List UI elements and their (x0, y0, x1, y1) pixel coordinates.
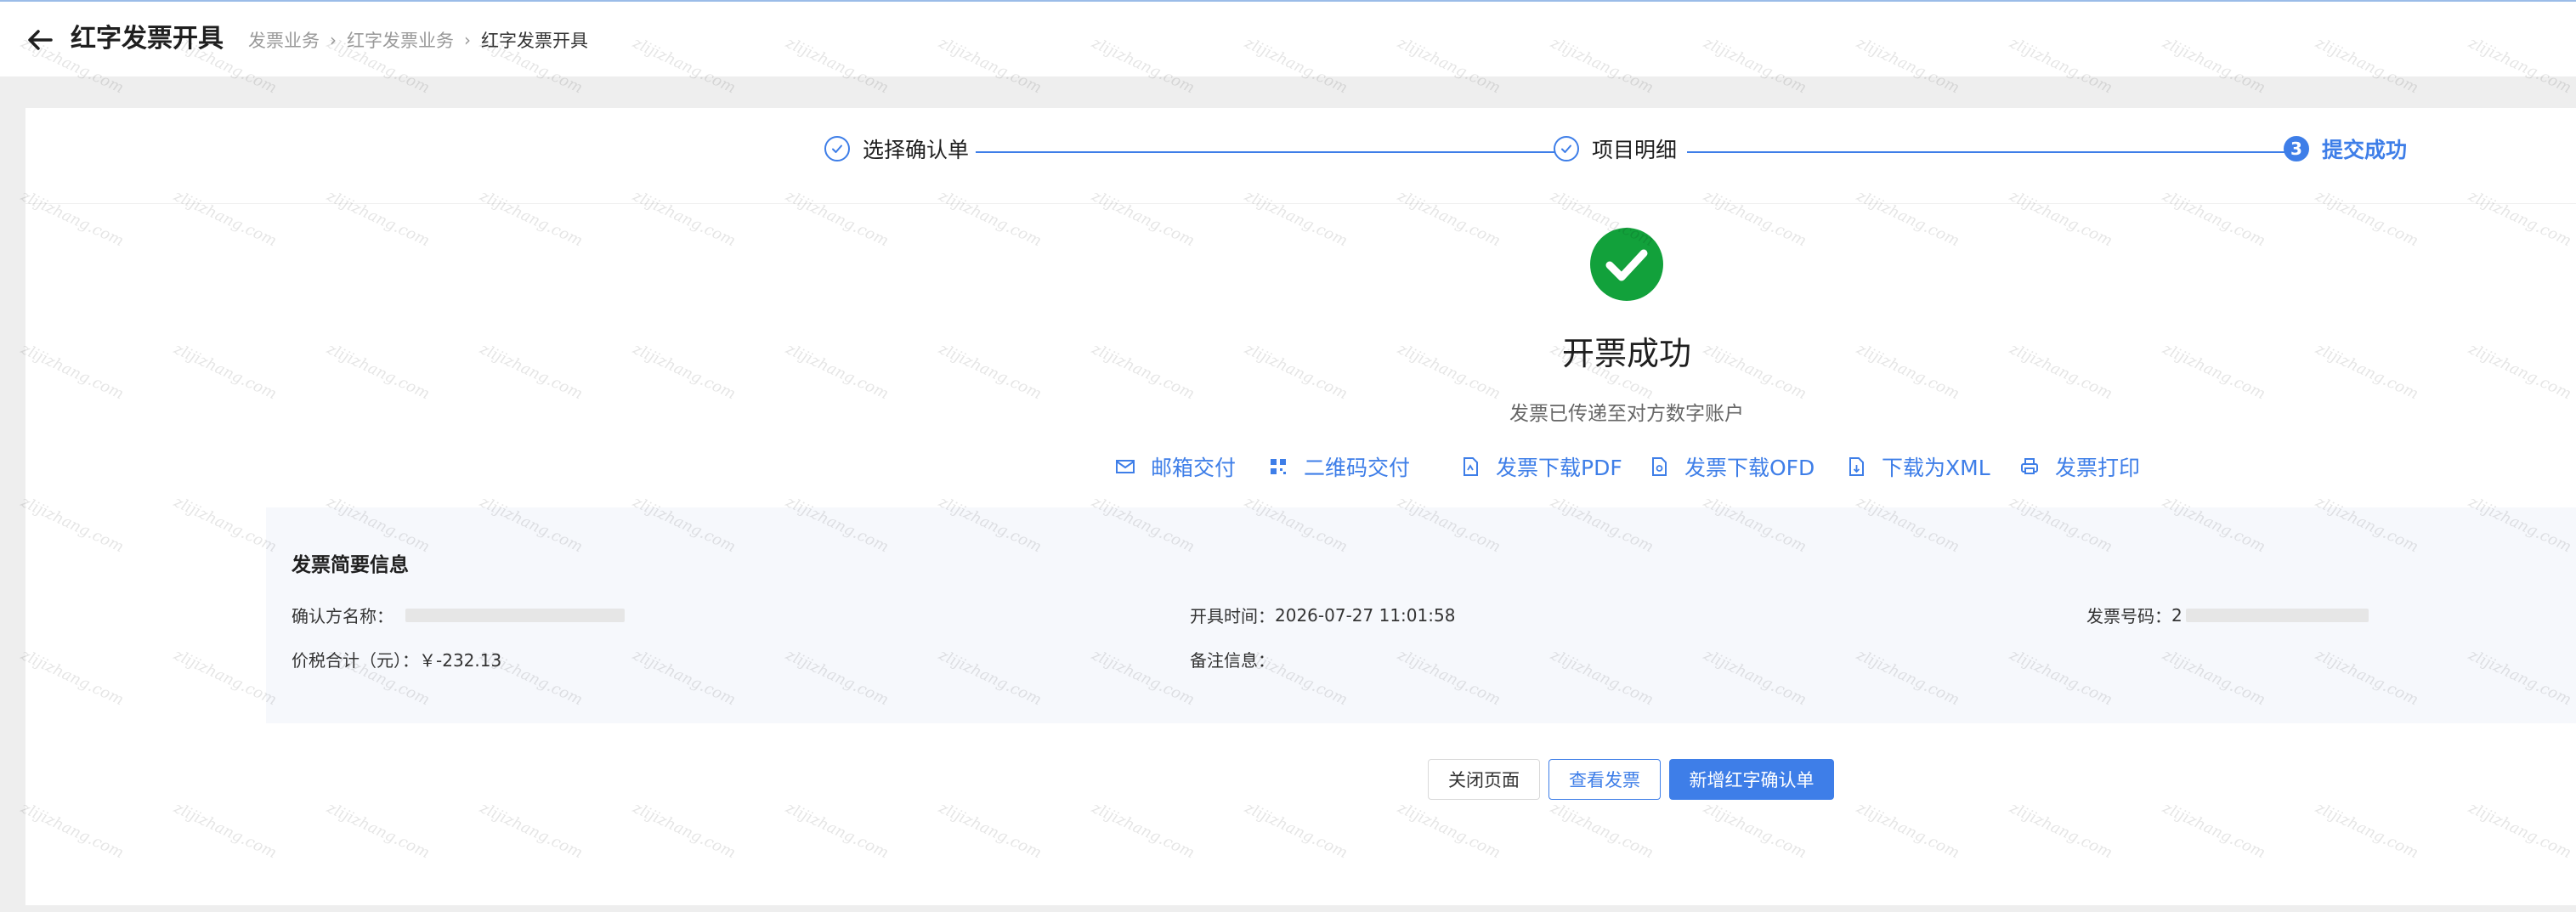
total-amount-value: ￥-232.13 (419, 650, 502, 671)
step-connector (1687, 151, 2303, 153)
download-xml-link[interactable]: 下载为XML (1846, 450, 1990, 484)
step-submit-success: 3 提交成功 (2284, 133, 2407, 164)
action-label: 二维码交付 (1304, 456, 1411, 480)
mail-icon (1115, 456, 1135, 477)
action-label: 发票下载PDF (1496, 456, 1622, 480)
steps-bar: 选择确认单 项目明细 3 提交成功 (25, 108, 2576, 204)
breadcrumb-item-red-invoice-business[interactable]: 红字发票业务 (347, 27, 454, 53)
action-label: 发票打印 (2055, 456, 2141, 480)
step-number: 3 (2284, 136, 2309, 161)
add-red-confirmation-button[interactable]: 新增红字确认单 (1669, 759, 1834, 800)
page-header: 红字发票开具 发票业务 › 红字发票业务 › 红字发票开具 (0, 2, 2576, 76)
step-item-details: 项目明细 (1554, 133, 1677, 164)
breadcrumb-item-invoice-business[interactable]: 发票业务 (248, 27, 320, 53)
printer-icon (2019, 456, 2040, 477)
invoice-number-field: 发票号码： 2 (2086, 603, 2369, 627)
chevron-right-icon: › (464, 30, 471, 50)
step-label: 选择确认单 (863, 138, 970, 162)
page-title: 红字发票开具 (71, 24, 224, 54)
confirm-party-redacted (405, 608, 625, 622)
breadcrumb: 发票业务 › 红字发票业务 › 红字发票开具 (248, 27, 588, 53)
invoice-summary-panel: 发票简要信息 确认方名称： 开具时间： 2026-07-27 11:01:58 … (266, 507, 2576, 723)
remark-field: 备注信息： (1190, 647, 1275, 671)
check-icon (824, 136, 850, 161)
qrcode-icon (1268, 456, 1288, 477)
success-check-icon (1589, 227, 1664, 302)
result-subtitle: 发票已传递至对方数字账户 (1509, 403, 1744, 425)
step-connector (976, 151, 1572, 153)
action-label: 下载为XML (1882, 456, 1990, 480)
chevron-right-icon: › (330, 30, 337, 50)
action-label: 邮箱交付 (1151, 456, 1237, 480)
step-label: 项目明细 (1592, 138, 1678, 162)
total-amount-field: 价税合计（元）： ￥-232.13 (292, 647, 501, 671)
footer-buttons: 关闭页面 查看发票 新增红字确认单 (25, 759, 2576, 800)
step-label: 提交成功 (2322, 138, 2408, 162)
qrcode-delivery-link[interactable]: 二维码交付 (1268, 450, 1410, 484)
step-select-confirmation: 选择确认单 (824, 133, 969, 164)
pdf-file-icon (1460, 456, 1480, 477)
summary-title: 发票简要信息 (292, 554, 409, 576)
print-invoice-link[interactable]: 发票打印 (2019, 450, 2140, 484)
issue-time-value: 2026-07-27 11:01:58 (1275, 604, 1456, 626)
view-invoice-button[interactable]: 查看发票 (1548, 759, 1661, 800)
invoice-number-redacted (2185, 608, 2369, 622)
issue-time-field: 开具时间： 2026-07-27 11:01:58 (1190, 603, 1455, 627)
invoice-number-value: 2 (2171, 604, 2183, 626)
close-page-button[interactable]: 关闭页面 (1428, 759, 1540, 800)
check-icon (1554, 136, 1579, 161)
action-label: 发票下载OFD (1684, 456, 1815, 480)
download-ofd-link[interactable]: 发票下载OFD (1649, 450, 1815, 484)
result-title: 开票成功 (1561, 335, 1691, 372)
remark-label: 备注信息： (1190, 650, 1275, 671)
email-delivery-link[interactable]: 邮箱交付 (1115, 450, 1236, 484)
xml-file-icon (1846, 456, 1866, 477)
confirm-party-label: 确认方名称： (292, 606, 393, 626)
back-arrow-icon[interactable] (25, 25, 54, 54)
main-card: 选择确认单 项目明细 3 提交成功 开票成功 发票已传递至对方数字账户 邮箱交付 (25, 108, 2576, 905)
issue-time-label: 开具时间： (1190, 606, 1275, 626)
ofd-file-icon (1649, 456, 1669, 477)
breadcrumb-item-current: 红字发票开具 (481, 31, 588, 51)
confirm-party-field: 确认方名称： (292, 603, 625, 627)
invoice-number-label: 发票号码： (2086, 606, 2171, 626)
delivery-actions: 邮箱交付 二维码交付 发票下载PDF 发票下载OFD 下载为XML 发票打印 (25, 450, 2576, 484)
download-pdf-link[interactable]: 发票下载PDF (1460, 450, 1622, 484)
total-amount-label: 价税合计（元）： (292, 650, 419, 671)
